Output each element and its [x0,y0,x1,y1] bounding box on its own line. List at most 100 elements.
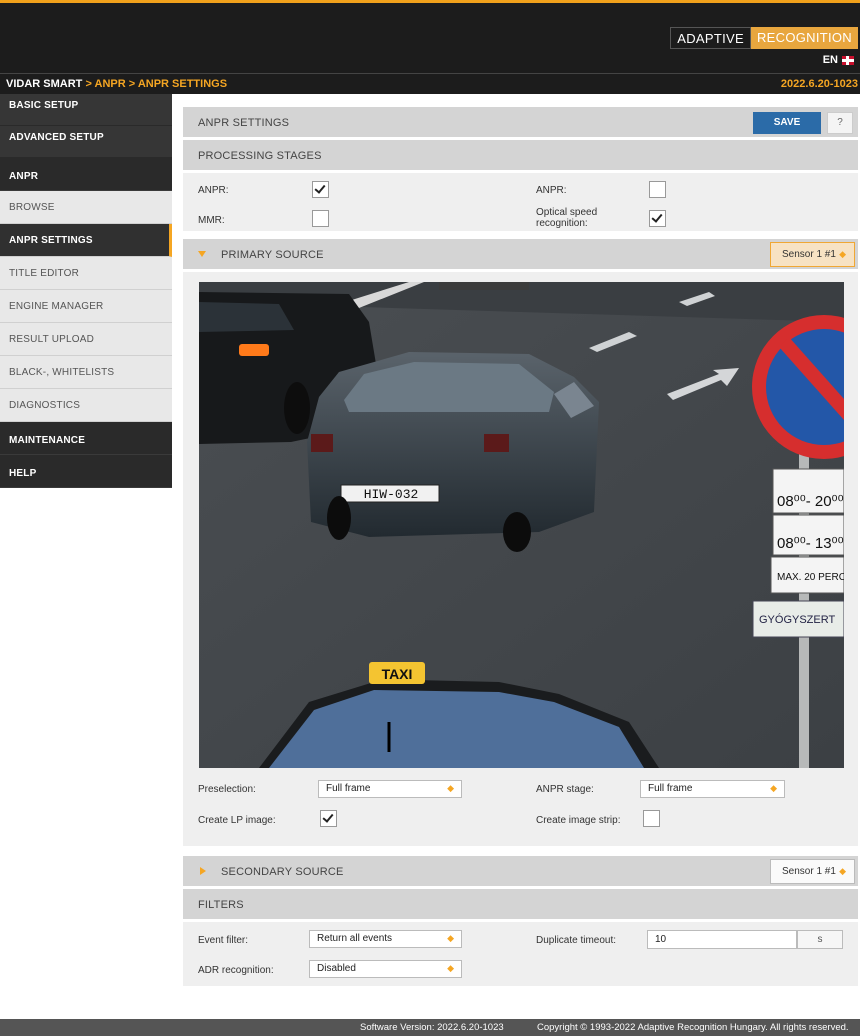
primary-source-title: PRIMARY SOURCE [221,249,324,261]
language-selector[interactable]: EN [823,54,854,66]
shop-sign-text: GYÓGYSZERT [759,613,835,626]
event-filter-select[interactable]: Return all events ◆ [309,930,462,948]
primary-source-body: HIW-032 08⁰⁰- 20⁰⁰ 08⁰⁰- 13⁰⁰ MAX. 20 PE… [183,272,858,846]
software-version: Software Version: 2022.6.20-1023 [360,1022,504,1033]
filters-body: Event filter: Return all events ◆ Duplica… [183,922,858,986]
center-car-wheel [327,496,351,540]
center-car-taillight [484,434,509,452]
help-button[interactable]: ? [827,112,853,134]
expanded-triangle-icon [198,251,206,257]
collapsed-triangle-icon [200,867,206,875]
sidebar-item-black-whitelists[interactable]: BLACK-, WHITELISTS [0,356,172,389]
create-strip-checkbox[interactable] [643,810,660,827]
checkmark-icon [322,811,334,823]
breadcrumb-path: > ANPR > ANPR SETTINGS [82,78,228,90]
sidebar-item-result-upload[interactable]: RESULT UPLOAD [0,323,172,356]
anpr-stage-value: Full frame [648,783,693,794]
filters-title: FILTERS [198,899,244,911]
left-car-window [199,302,294,332]
sidebar-item-anpr[interactable]: ANPR [0,158,172,191]
secondary-source-header[interactable]: SECONDARY SOURCE Sensor 1 #1 ◆ [183,856,858,886]
sidebar-item-browse[interactable]: BROWSE [0,191,172,224]
select-chevron-icon: ◆ [770,783,777,793]
anpr-stage-label: ANPR stage: [536,784,594,795]
center-car-taillight [311,434,333,452]
brand-logo: ADAPTIVE RECOGNITION [670,27,858,49]
sidebar-item-basic-setup[interactable]: BASIC SETUP [0,94,172,126]
header-bar: ADAPTIVE RECOGNITION EN [0,0,860,73]
filters-header: FILTERS [183,889,858,919]
camera-scene: HIW-032 08⁰⁰- 20⁰⁰ 08⁰⁰- 13⁰⁰ MAX. 20 PE… [199,282,844,768]
taxi-sign-text: TAXI [382,666,413,682]
sidebar-item-diagnostics[interactable]: DIAGNOSTICS [0,389,172,422]
breadcrumb: VIDAR SMART > ANPR > ANPR SETTINGS [6,78,227,90]
select-chevron-icon: ◆ [447,783,454,793]
select-chevron-icon: ◆ [447,933,454,943]
hours-sign-2-text: 08⁰⁰- 13⁰⁰ [777,535,844,552]
event-filter-value: Return all events [317,933,393,944]
anpr-stage-select[interactable]: Full frame ◆ [640,780,785,798]
duplicate-timeout-input[interactable]: 10 [647,930,797,949]
preselection-label: Preselection: [198,784,256,795]
sidebar-item-engine-manager[interactable]: ENGINE MANAGER [0,290,172,323]
adr-recognition-select[interactable]: Disabled ◆ [309,960,462,978]
select-chevron-icon: ◆ [447,963,454,973]
language-label: EN [822,54,838,66]
processing-stages-body: ANPR: ANPR: MMR: Optical speed recognitio… [183,173,858,231]
license-plate-text: HIW-032 [364,487,419,502]
processing-stages-header: PROCESSING STAGES [183,140,858,170]
secondary-source-title: SECONDARY SOURCE [221,866,344,878]
select-chevron-icon: ◆ [839,866,846,876]
camera-frame-image: HIW-032 08⁰⁰- 20⁰⁰ 08⁰⁰- 13⁰⁰ MAX. 20 PE… [199,282,844,768]
version-label: 2022.6.20-1023 [780,78,858,90]
sidebar-item-advanced-setup[interactable]: ADVANCED SETUP [0,126,172,158]
checkmark-icon [314,182,326,194]
checkmark-icon [651,211,663,223]
page-title: ANPR SETTINGS [198,117,290,129]
optical-speed-label-line1: Optical speed [536,207,598,218]
save-button[interactable]: SAVE [753,112,821,134]
create-strip-label: Create image strip: [536,815,621,826]
optical-speed-label-line2: recognition: [536,218,588,229]
preselection-value: Full frame [326,783,371,794]
breadcrumb-root[interactable]: VIDAR SMART [6,78,82,90]
sidebar-item-anpr-settings[interactable]: ANPR SETTINGS [0,224,172,257]
mmr-label: MMR: [198,215,225,226]
breadcrumb-bar: VIDAR SMART > ANPR > ANPR SETTINGS 2022.… [0,73,860,94]
copyright: Copyright © 1993-2022 Adaptive Recogniti… [537,1022,849,1033]
road-background-car [439,282,529,290]
secondary-sensor-select[interactable]: Sensor 1 #1 ◆ [770,859,855,884]
secondary-sensor-value: Sensor 1 #1 [782,866,836,877]
sidebar-item-title-editor[interactable]: TITLE EDITOR [0,257,172,290]
hours-sign-1-text: 08⁰⁰- 20⁰⁰ [777,493,844,510]
anpr-settings-header: ANPR SETTINGS SAVE ? [183,107,858,137]
select-chevron-icon: ◆ [839,249,846,259]
mmr-checkbox[interactable] [312,210,329,227]
create-lp-label: Create LP image: [198,815,276,826]
max-sign-text: MAX. 20 PERC [777,572,844,583]
primary-source-header[interactable]: PRIMARY SOURCE Sensor 1 #1 ◆ [183,239,858,269]
uk-flag-icon [842,55,854,65]
create-lp-checkbox[interactable] [320,810,337,827]
duplicate-timeout-label: Duplicate timeout: [536,935,617,946]
adr-recognition-value: Disabled [317,963,356,974]
anpr-left-checkbox[interactable] [312,181,329,198]
optical-speed-checkbox[interactable] [649,210,666,227]
sidebar-item-help[interactable]: HELP [0,455,172,488]
processing-stages-title: PROCESSING STAGES [198,150,322,162]
sidebar-item-maintenance[interactable]: MAINTENANCE [0,422,172,455]
optical-speed-label: Optical speed recognition: [536,207,597,229]
event-filter-label: Event filter: [198,935,249,946]
brand-logo-part2: RECOGNITION [750,27,858,49]
duplicate-timeout-unit: s [797,930,843,949]
preselection-select[interactable]: Full frame ◆ [318,780,462,798]
main-content: ANPR SETTINGS SAVE ? PROCESSING STAGES A… [183,107,858,986]
primary-sensor-value: Sensor 1 #1 [782,249,836,260]
brand-logo-part1: ADAPTIVE [670,27,751,49]
footer: Software Version: 2022.6.20-1023 Copyrig… [0,1019,860,1036]
sidebar: BASIC SETUP ADVANCED SETUP ANPR BROWSE A… [0,94,172,488]
left-car-wheel [284,382,310,434]
primary-sensor-select[interactable]: Sensor 1 #1 ◆ [770,242,855,267]
anpr-right-checkbox[interactable] [649,181,666,198]
center-car-wheel [503,512,531,552]
